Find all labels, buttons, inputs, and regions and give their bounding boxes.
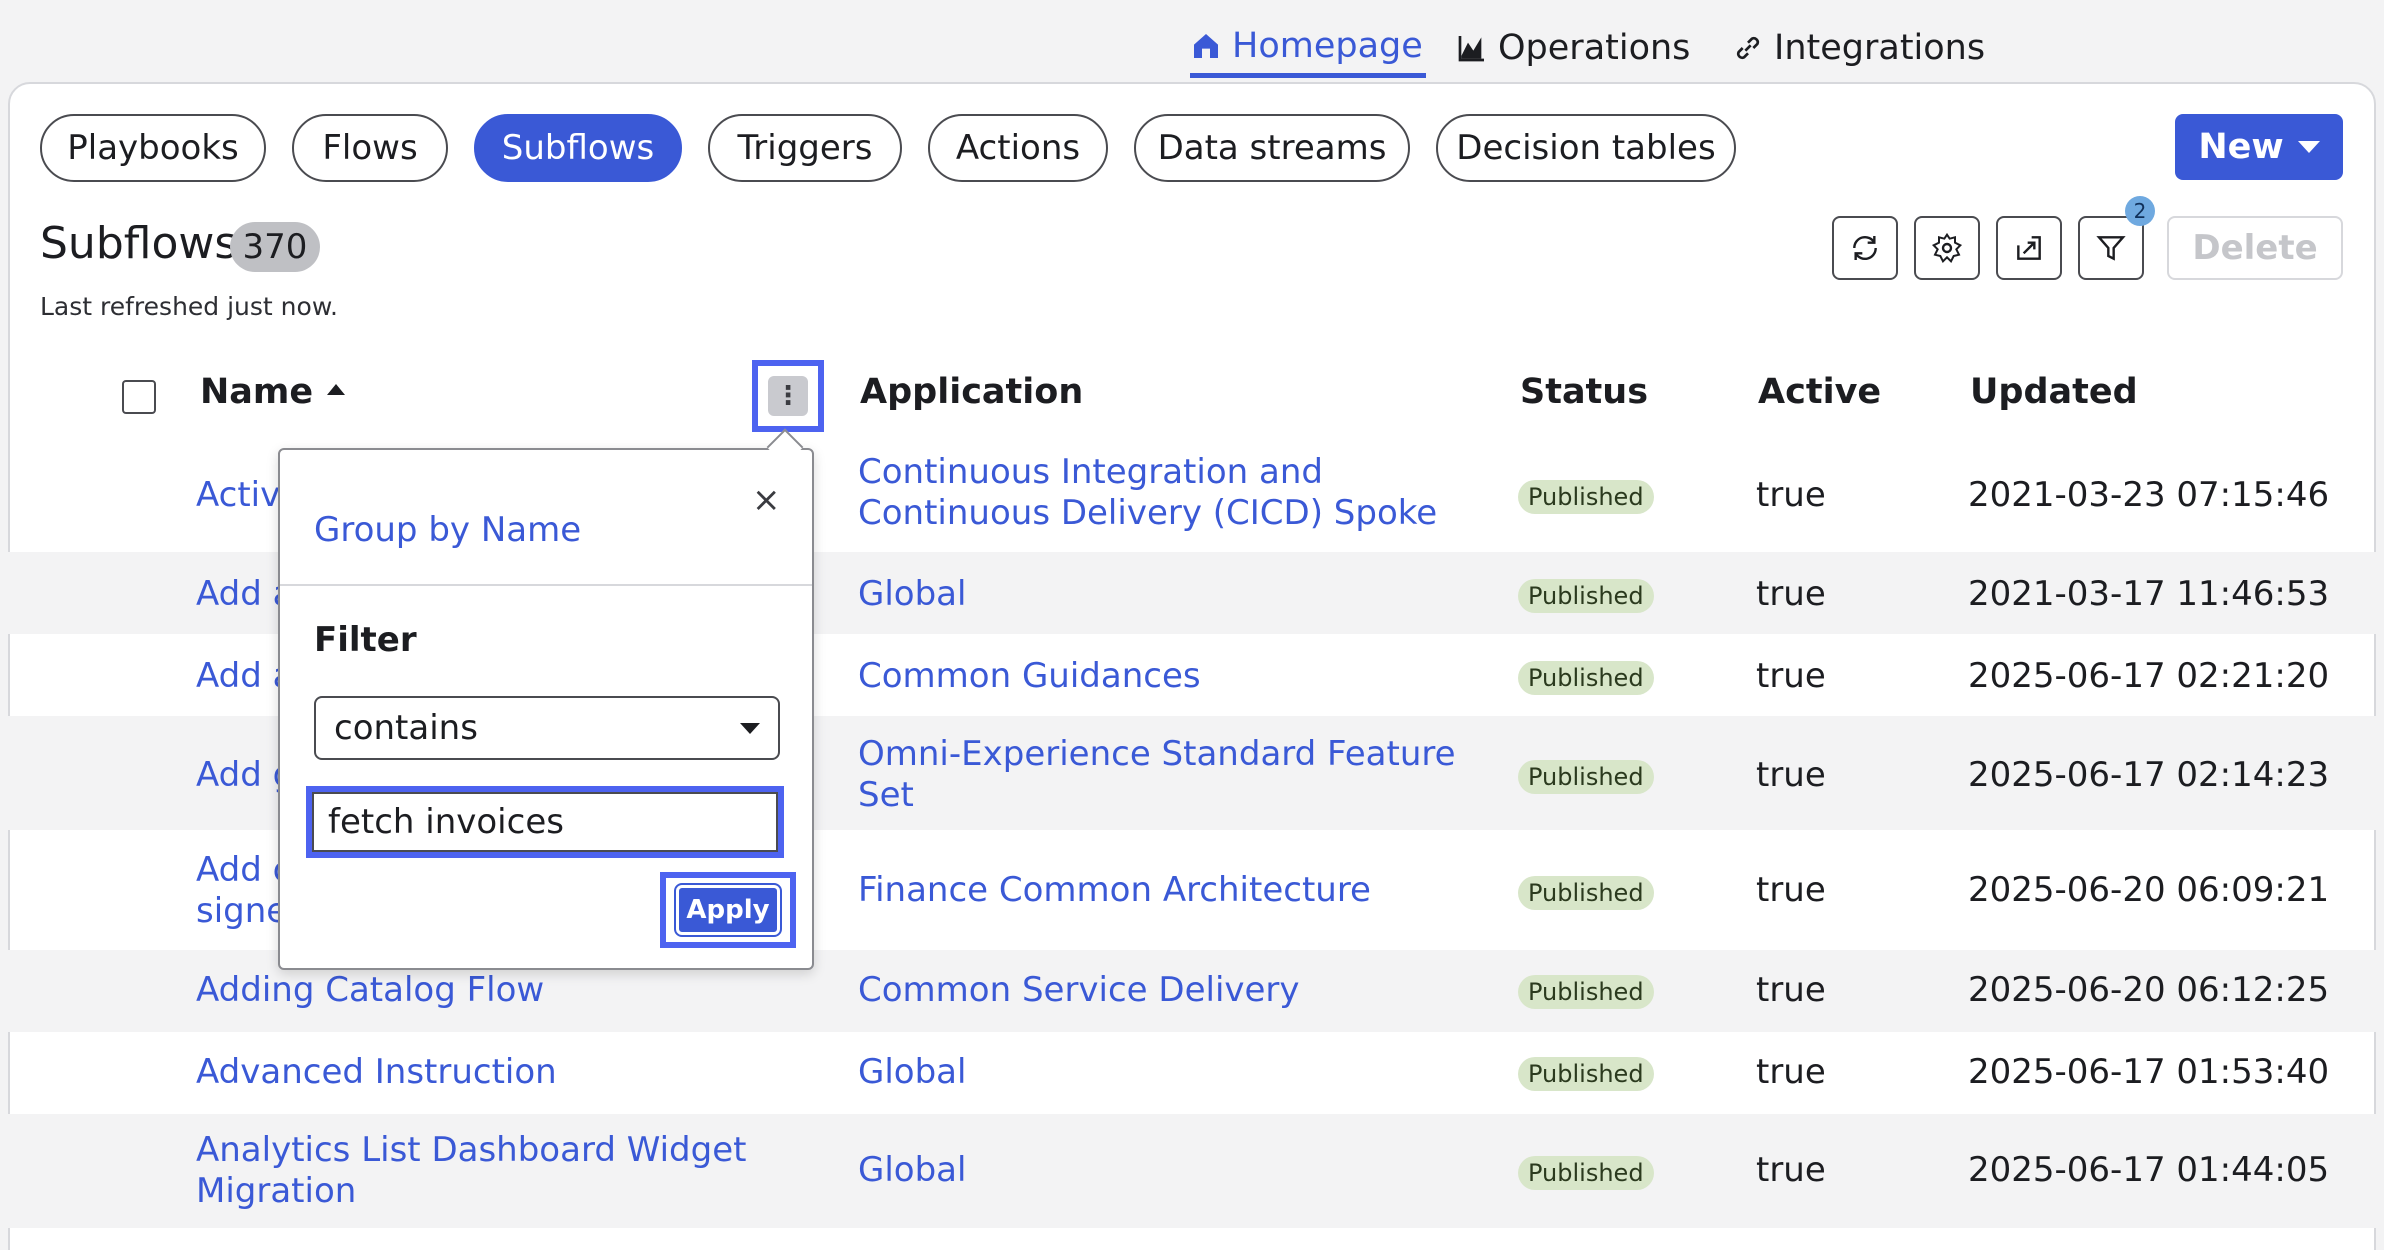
column-menu-button[interactable]: ⋮: [752, 360, 824, 432]
gear-icon: [1931, 232, 1963, 264]
kebab-icon: ⋮: [768, 376, 808, 416]
row-6-updated: 2025-06-20 06:12:25: [1968, 970, 2330, 1010]
popover-divider: [280, 584, 812, 586]
row-4-application-line-1: Omni-Experience Standard Feature: [858, 734, 1456, 774]
row-5-application[interactable]: Finance Common Architecture: [858, 870, 1371, 911]
column-header-application[interactable]: Application: [860, 372, 1083, 412]
tab-homepage[interactable]: Homepage: [1190, 18, 1426, 78]
category-flows[interactable]: Flows: [292, 114, 448, 182]
category-playbooks[interactable]: Playbooks: [40, 114, 266, 182]
row-5-updated: 2025-06-20 06:09:21: [1968, 870, 2330, 910]
row-8-name-line-2: Migration: [196, 1171, 357, 1211]
chart-icon: [1458, 36, 1484, 62]
tab-homepage-label: Homepage: [1232, 25, 1423, 66]
link-icon: [1736, 36, 1760, 60]
row-4-status-badge: Published: [1518, 760, 1654, 794]
row-6-status-badge: Published: [1518, 975, 1654, 1009]
column-header-status[interactable]: Status: [1520, 372, 1648, 412]
home-icon: [1194, 33, 1218, 58]
apply-button[interactable]: Apply: [674, 883, 782, 937]
row-1-application-line-2: Continuous Delivery (CICD) Spoke: [858, 493, 1438, 533]
row-8-active: true: [1756, 1150, 1826, 1190]
row-6-active: true: [1756, 970, 1826, 1010]
select-all-checkbox[interactable]: [122, 380, 156, 414]
filter-operator-value: contains: [334, 708, 478, 748]
export-button[interactable]: [1996, 216, 2062, 280]
row-7-name[interactable]: Advanced Instruction: [196, 1052, 557, 1093]
row-8-name[interactable]: Analytics List Dashboard Widget Migratio…: [196, 1130, 746, 1212]
row-3-application[interactable]: Common Guidances: [858, 656, 1201, 697]
app-root: Homepage Operations Integrations Playboo…: [0, 0, 2384, 1250]
tab-operations[interactable]: Operations: [1456, 18, 1690, 78]
row-8-name-line-1: Analytics List Dashboard Widget: [196, 1130, 747, 1170]
category-actions[interactable]: Actions: [928, 114, 1108, 182]
chevron-down-icon: [2297, 141, 2320, 153]
filter-value-input[interactable]: [312, 792, 778, 852]
row-1-active: true: [1756, 475, 1826, 515]
row-1-application[interactable]: Continuous Integration and Continuous De…: [858, 452, 1437, 534]
row-7-application[interactable]: Global: [858, 1052, 966, 1093]
row-1-status-badge: Published: [1518, 480, 1654, 514]
row-3-active: true: [1756, 656, 1826, 696]
refresh-icon: [1853, 236, 1877, 260]
row-8-application[interactable]: Global: [858, 1150, 966, 1191]
top-nav: Homepage Operations Integrations: [0, 0, 2384, 82]
row-5-active: true: [1756, 870, 1826, 910]
filter-operator-select[interactable]: contains: [314, 696, 780, 760]
category-data-streams[interactable]: Data streams: [1134, 114, 1410, 182]
row-8-status-badge: Published: [1518, 1156, 1654, 1190]
row-4-active: true: [1756, 755, 1826, 795]
row-4-updated: 2025-06-17 02:14:23: [1968, 755, 2330, 795]
row-1-updated: 2021-03-23 07:15:46: [1968, 475, 2330, 515]
delete-button[interactable]: Delete: [2167, 216, 2343, 280]
category-triggers[interactable]: Triggers: [708, 114, 902, 182]
row-1-application-line-1: Continuous Integration and: [858, 452, 1323, 492]
page-title: Subflows: [40, 218, 238, 269]
filter-button[interactable]: [2078, 216, 2144, 280]
refresh-button[interactable]: [1832, 216, 1898, 280]
export-icon: [2017, 236, 2041, 260]
row-4-application[interactable]: Omni-Experience Standard Feature Set: [858, 734, 1456, 816]
chevron-down-icon: [740, 722, 760, 734]
row-2-status-badge: Published: [1518, 579, 1654, 613]
row-7-active: true: [1756, 1052, 1826, 1092]
category-subflows[interactable]: Subflows: [474, 114, 682, 182]
row-8-updated: 2025-06-17 01:44:05: [1968, 1150, 2330, 1190]
filter-heading: Filter: [314, 620, 417, 660]
column-header-name-label: Name: [200, 372, 314, 412]
group-by-name-link[interactable]: Group by Name: [314, 510, 581, 550]
filter-icon: [2096, 236, 2126, 261]
count-badge: 370: [230, 222, 320, 272]
apply-button-highlight: Apply: [660, 872, 796, 948]
filter-input-highlight: [306, 786, 784, 858]
row-6-name[interactable]: Adding Catalog Flow: [196, 970, 544, 1011]
filter-count-badge: 2: [2125, 196, 2155, 226]
new-button[interactable]: New: [2175, 114, 2343, 180]
column-header-active[interactable]: Active: [1758, 372, 1881, 412]
new-button-label: New: [2198, 127, 2284, 167]
settings-button[interactable]: [1914, 216, 1980, 280]
row-3-updated: 2025-06-17 02:21:20: [1968, 656, 2330, 696]
tab-integrations[interactable]: Integrations: [1732, 18, 1985, 78]
column-header-name[interactable]: Name: [200, 372, 346, 412]
row-4-application-line-2: Set: [858, 775, 914, 815]
row-2-application[interactable]: Global: [858, 574, 966, 615]
row-5-status-badge: Published: [1518, 876, 1654, 910]
last-refreshed-text: Last refreshed just now.: [40, 292, 338, 321]
category-decision-tables[interactable]: Decision tables: [1436, 114, 1736, 182]
tab-operations-label: Operations: [1498, 28, 1691, 68]
row-2-updated: 2021-03-17 11:46:53: [1968, 574, 2330, 614]
close-icon[interactable]: ×: [752, 480, 781, 520]
row-7-updated: 2025-06-17 01:53:40: [1968, 1052, 2330, 1092]
tab-integrations-label: Integrations: [1774, 28, 1986, 68]
row-3-status-badge: Published: [1518, 661, 1654, 695]
sort-ascending-icon: [327, 383, 346, 395]
row-7-status-badge: Published: [1518, 1057, 1654, 1091]
row-2-active: true: [1756, 574, 1826, 614]
column-header-updated[interactable]: Updated: [1970, 372, 2138, 412]
row-6-application[interactable]: Common Service Delivery: [858, 970, 1300, 1011]
